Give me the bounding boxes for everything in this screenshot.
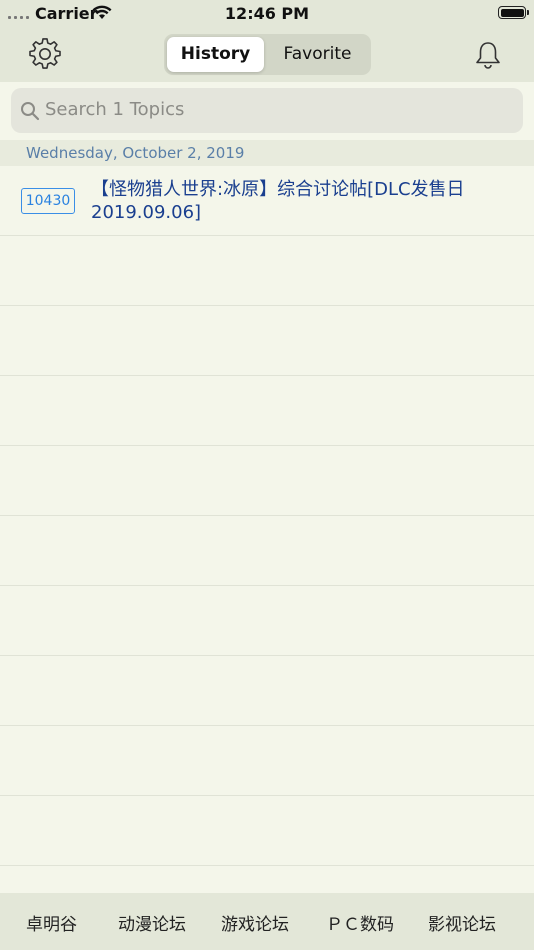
empty-row [0, 446, 534, 516]
search-input[interactable]: Search 1 Topics [11, 88, 523, 133]
segment-favorite[interactable]: Favorite [267, 37, 368, 72]
topic-title: 【怪物猎人世界:冰原】综合讨论帖[DLC发售日2019.09.06] [91, 179, 465, 223]
forum-tab-bar: 卓明谷 动漫论坛 游戏论坛 ＰＣ数码 影视论坛 [0, 893, 534, 950]
section-header-date: Wednesday, October 2, 2019 [0, 140, 534, 166]
section-date-label: Wednesday, October 2, 2019 [26, 144, 245, 162]
status-time: 12:46 PM [224, 4, 310, 23]
search-icon [21, 102, 40, 121]
tab-zhuomingu[interactable]: 卓明谷 [26, 910, 77, 935]
empty-row [0, 236, 534, 306]
status-bar: Carrier 12:46 PM [0, 0, 534, 28]
empty-row [0, 376, 534, 446]
empty-row [0, 306, 534, 376]
tab-game-forum[interactable]: 游戏论坛 [221, 910, 289, 935]
empty-row [0, 656, 534, 726]
segment-history[interactable]: History [167, 37, 264, 72]
bell-icon[interactable] [473, 40, 503, 70]
empty-row [0, 796, 534, 866]
search-placeholder: Search 1 Topics [45, 99, 185, 120]
tab-anime-forum[interactable]: 动漫论坛 [118, 910, 186, 935]
battery-icon [498, 6, 529, 19]
empty-row [0, 726, 534, 796]
tab-pc-digital[interactable]: ＰＣ数码 [326, 910, 394, 935]
empty-row [0, 516, 534, 586]
empty-row [0, 586, 534, 656]
nav-bar: History Favorite [0, 28, 534, 82]
tab-movie-forum[interactable]: 影视论坛 [428, 910, 496, 935]
reply-count-badge: 10430 [21, 188, 75, 214]
topic-row[interactable]: 10430 【怪物猎人世界:冰原】综合讨论帖[DLC发售日2019.09.06] [0, 166, 534, 236]
history-favorite-segmented-control: History Favorite [164, 34, 371, 75]
search-area: Search 1 Topics [0, 82, 534, 140]
gear-icon[interactable] [29, 38, 61, 70]
